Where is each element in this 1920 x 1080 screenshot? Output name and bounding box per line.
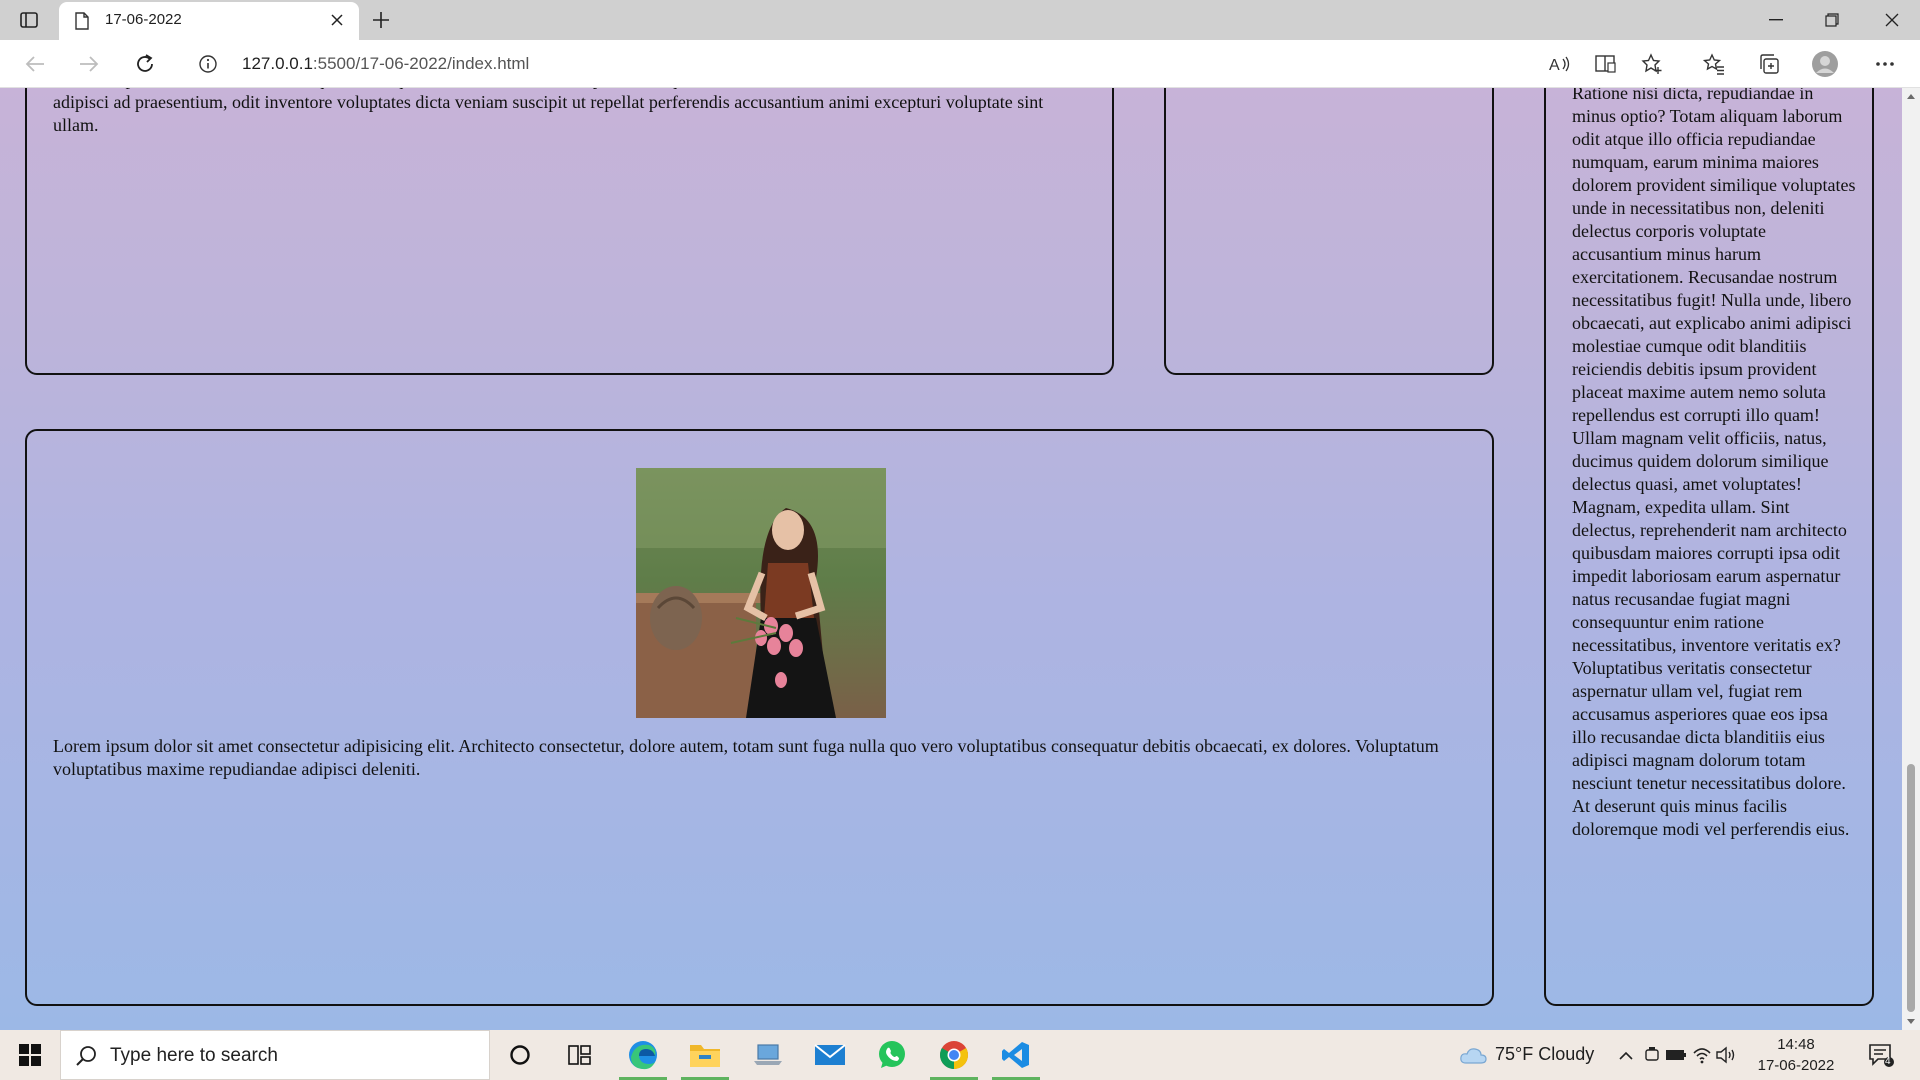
card-paragraph: Lorem ipsum dolor sit amet consectetur a… [53, 736, 1439, 779]
refresh-icon[interactable] [128, 48, 162, 80]
windows-taskbar: Type here to search 75°F Cloudy 14:48 17… [0, 1030, 1920, 1080]
url-host: 127.0.0.1 [242, 54, 313, 73]
more-options-icon[interactable] [1868, 48, 1902, 80]
close-window-icon[interactable] [1864, 0, 1920, 40]
content-card-sidebar: Ratione nisi dicta, repudiandae in minus… [1544, 88, 1874, 1006]
file-explorer-icon[interactable] [675, 1030, 735, 1080]
url-path: :5500/17-06-2022/index.html [312, 54, 530, 73]
sidebar-paragraph: Ratione nisi dicta, repudiandae in minus… [1572, 88, 1856, 839]
immersive-reader-icon[interactable] [1589, 48, 1623, 80]
edge-icon[interactable] [613, 1030, 673, 1080]
girl-with-flowers-image [636, 468, 886, 718]
scroll-down-icon[interactable] [1902, 1014, 1920, 1030]
cortana-icon[interactable] [490, 1030, 550, 1080]
tab-actions-icon[interactable] [14, 9, 44, 31]
forward-icon[interactable] [72, 48, 106, 80]
content-card-top-right [1164, 88, 1494, 375]
notifications-icon[interactable]: 4 [1866, 1043, 1896, 1067]
whatsapp-icon[interactable] [862, 1030, 922, 1080]
add-favorite-icon[interactable] [1635, 48, 1669, 80]
restore-icon[interactable] [1804, 0, 1860, 40]
volume-icon[interactable] [1714, 1043, 1738, 1067]
collections-icon[interactable] [1752, 48, 1786, 80]
mail-icon[interactable] [800, 1030, 860, 1080]
card-paragraph: obcaecati praesentium, at sunt similique… [53, 88, 1078, 135]
page-scrollbar[interactable] [1902, 88, 1920, 1030]
profile-avatar-icon[interactable] [1808, 48, 1842, 80]
content-card-top-left: obcaecati praesentium, at sunt similique… [25, 88, 1114, 375]
browser-toolbar: 127.0.0.1:5500/17-06-2022/index.html A [0, 40, 1920, 88]
site-info-icon[interactable] [198, 54, 218, 79]
task-view-icon[interactable] [550, 1030, 610, 1080]
search-icon [75, 1045, 97, 1072]
wifi-icon[interactable] [1690, 1043, 1714, 1067]
usb-device-icon[interactable] [1640, 1043, 1664, 1067]
active-tab[interactable]: 17-06-2022 [59, 2, 359, 40]
weather-cloudy-icon[interactable] [1458, 1043, 1488, 1067]
content-card-main: Lorem ipsum dolor sit amet consectetur a… [25, 429, 1494, 1006]
tab-title: 17-06-2022 [105, 11, 182, 28]
url-text[interactable]: 127.0.0.1:5500/17-06-2022/index.html [242, 54, 529, 74]
new-tab-icon[interactable] [366, 6, 396, 34]
close-tab-icon[interactable] [325, 8, 349, 32]
weather-text[interactable]: 75°F Cloudy [1495, 1044, 1594, 1065]
taskbar-search-input[interactable]: Type here to search [60, 1030, 490, 1080]
system-clock[interactable]: 14:48 17-06-2022 [1746, 1034, 1846, 1076]
page-icon [75, 12, 89, 35]
battery-icon[interactable] [1664, 1043, 1688, 1067]
back-icon[interactable] [18, 48, 52, 80]
notification-count: 4 [1885, 1056, 1891, 1067]
page-viewport: obcaecati praesentium, at sunt similique… [0, 88, 1902, 1030]
search-placeholder: Type here to search [110, 1045, 278, 1066]
browser-tab-bar: 17-06-2022 [0, 0, 1920, 40]
laptop-icon[interactable] [738, 1030, 798, 1080]
favorites-icon[interactable] [1697, 48, 1731, 80]
minimize-icon[interactable] [1748, 0, 1804, 40]
read-aloud-icon[interactable]: A [1543, 48, 1577, 80]
windows-start-icon[interactable] [0, 1030, 60, 1080]
address-bar[interactable]: 127.0.0.1:5500/17-06-2022/index.html [184, 46, 1674, 82]
clock-time: 14:48 [1777, 1036, 1815, 1053]
scrollbar-thumb[interactable] [1907, 764, 1915, 1012]
chrome-icon[interactable] [924, 1030, 984, 1080]
chevron-up-icon[interactable] [1614, 1043, 1638, 1067]
clock-date: 17-06-2022 [1757, 1057, 1835, 1074]
vscode-icon[interactable] [986, 1030, 1046, 1080]
scroll-up-icon[interactable] [1902, 88, 1920, 104]
svg-text:A: A [1549, 57, 1560, 73]
